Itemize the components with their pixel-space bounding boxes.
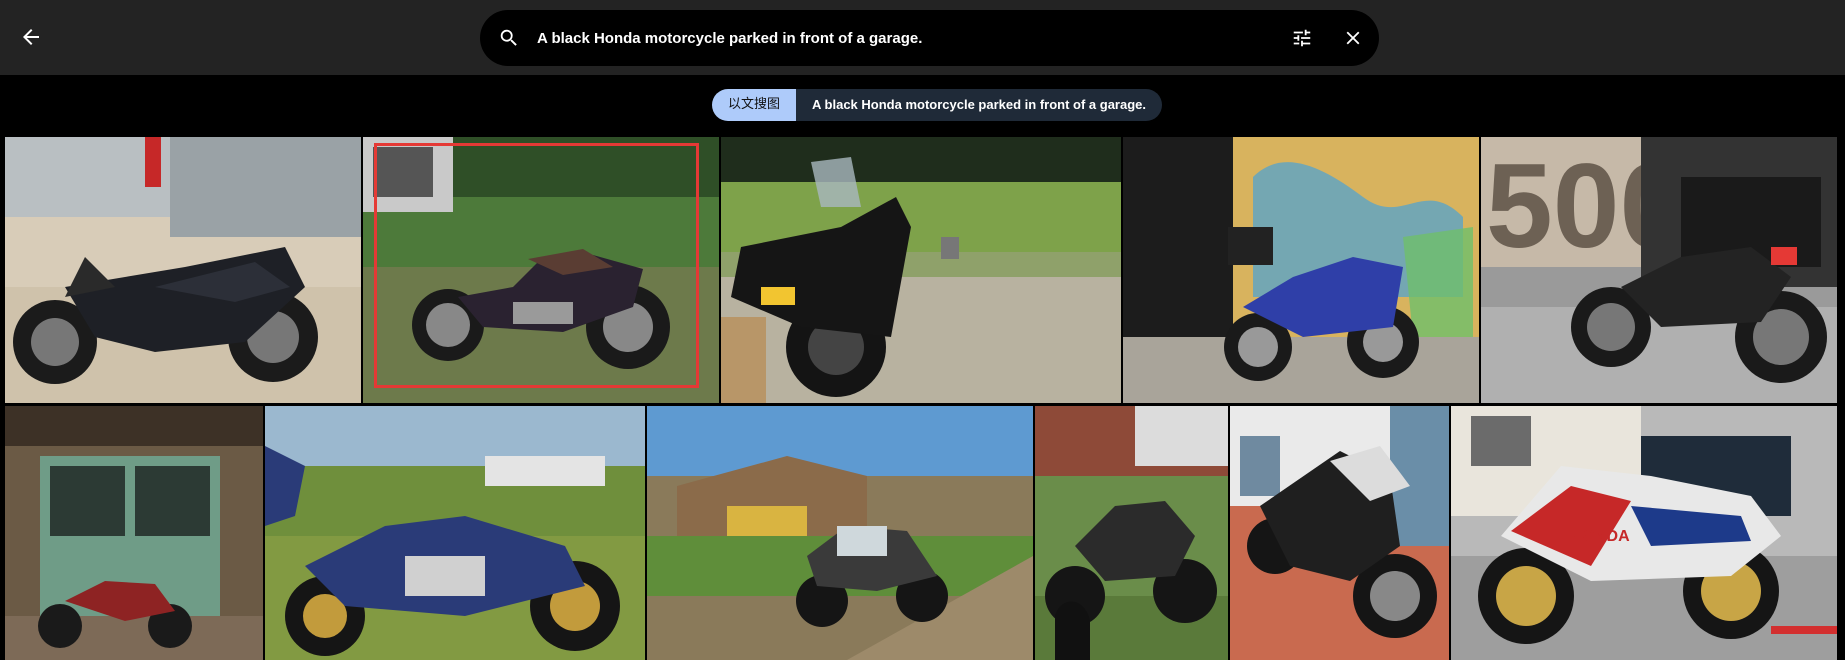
result-image-8[interactable] xyxy=(647,406,1033,660)
honda-logo-text: HONDA xyxy=(1571,528,1630,545)
result-image-1[interactable] xyxy=(5,137,361,403)
search-icon xyxy=(497,26,521,50)
text-to-image-chip[interactable]: 以文搜图 xyxy=(712,89,797,121)
back-button[interactable] xyxy=(14,20,48,54)
result-image-9[interactable] xyxy=(1035,406,1228,660)
selected-result-outline xyxy=(374,143,699,388)
result-image-5[interactable]: 500 xyxy=(1481,137,1837,403)
search-bar[interactable] xyxy=(480,10,1379,66)
arrow-left-icon xyxy=(23,29,39,45)
result-image-3[interactable] xyxy=(721,137,1121,403)
search-mode-chips: 以文搜图 A black Honda motorcycle parked in … xyxy=(712,89,1162,121)
close-icon[interactable] xyxy=(1341,26,1365,50)
result-image-6[interactable] xyxy=(5,406,263,660)
result-image-11[interactable]: HONDA xyxy=(1451,406,1837,660)
tune-icon[interactable] xyxy=(1290,26,1314,50)
search-input[interactable] xyxy=(537,24,1257,52)
result-image-4[interactable] xyxy=(1123,137,1479,403)
result-image-10[interactable] xyxy=(1230,406,1449,660)
query-chip[interactable]: A black Honda motorcycle parked in front… xyxy=(796,89,1162,121)
result-image-7[interactable] xyxy=(265,406,645,660)
top-app-bar xyxy=(0,0,1845,75)
